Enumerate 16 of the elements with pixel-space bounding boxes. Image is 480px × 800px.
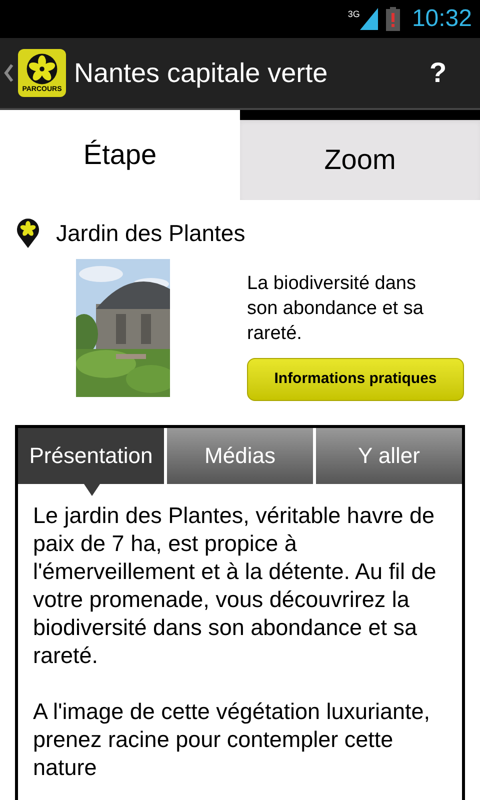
back-chevron-icon[interactable] — [4, 63, 14, 83]
clock: 10:32 — [412, 4, 472, 34]
battery-icon — [386, 7, 400, 31]
description-paragraph: Le jardin des Plantes, véritable havre de paix de 7 ha, est propice à l'émerveillement et à la détente. Au fil de votre promenade, vous découvrirez la biodiversité dans son abondance et sa rareté. — [33, 502, 438, 670]
content-tab[interactable]: Y aller — [316, 428, 462, 484]
place-summary: La biodiversité dans son abondance et sa rareté. — [247, 272, 424, 346]
place-name: Jardin des Plantes — [56, 219, 246, 248]
tab[interactable]: Étape — [0, 110, 240, 200]
description-paragraph: A l'image de cette végétation luxuriante, prenez racine pour contempler cette nature — [33, 698, 432, 782]
tab[interactable]: Zoom — [240, 120, 480, 200]
info-button[interactable]: Informations pratiques — [247, 358, 464, 400]
app-title: Nantes capitale verte — [74, 56, 329, 90]
help-button[interactable]: ? — [408, 43, 468, 103]
map-pin-icon — [16, 217, 40, 250]
pointer-icon — [84, 484, 100, 496]
content-tab[interactable]: Médias — [167, 428, 313, 484]
